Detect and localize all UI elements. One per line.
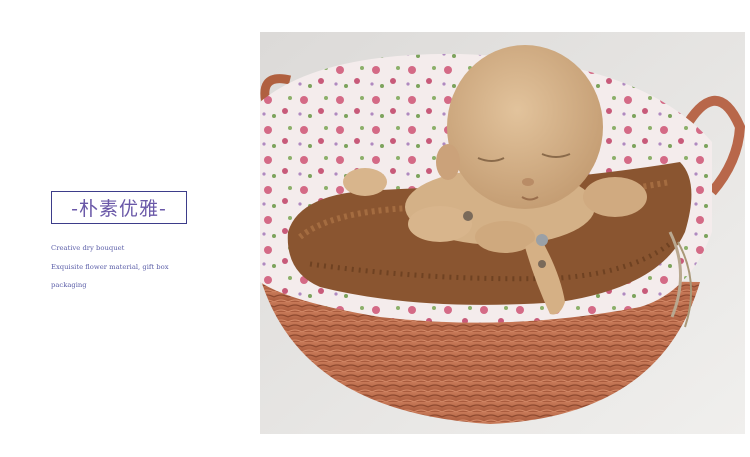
description-line-3: packaging [51,281,87,289]
title-frame: -朴素优雅- [51,191,187,224]
product-photo [260,32,745,434]
title-text: -朴素优雅- [71,198,167,220]
description-line-1: Creative dry bouquet [51,244,125,252]
description-line-2: Exquisite flower material, gift box [51,263,169,271]
doll-in-wicker-basket-photo [260,32,745,434]
